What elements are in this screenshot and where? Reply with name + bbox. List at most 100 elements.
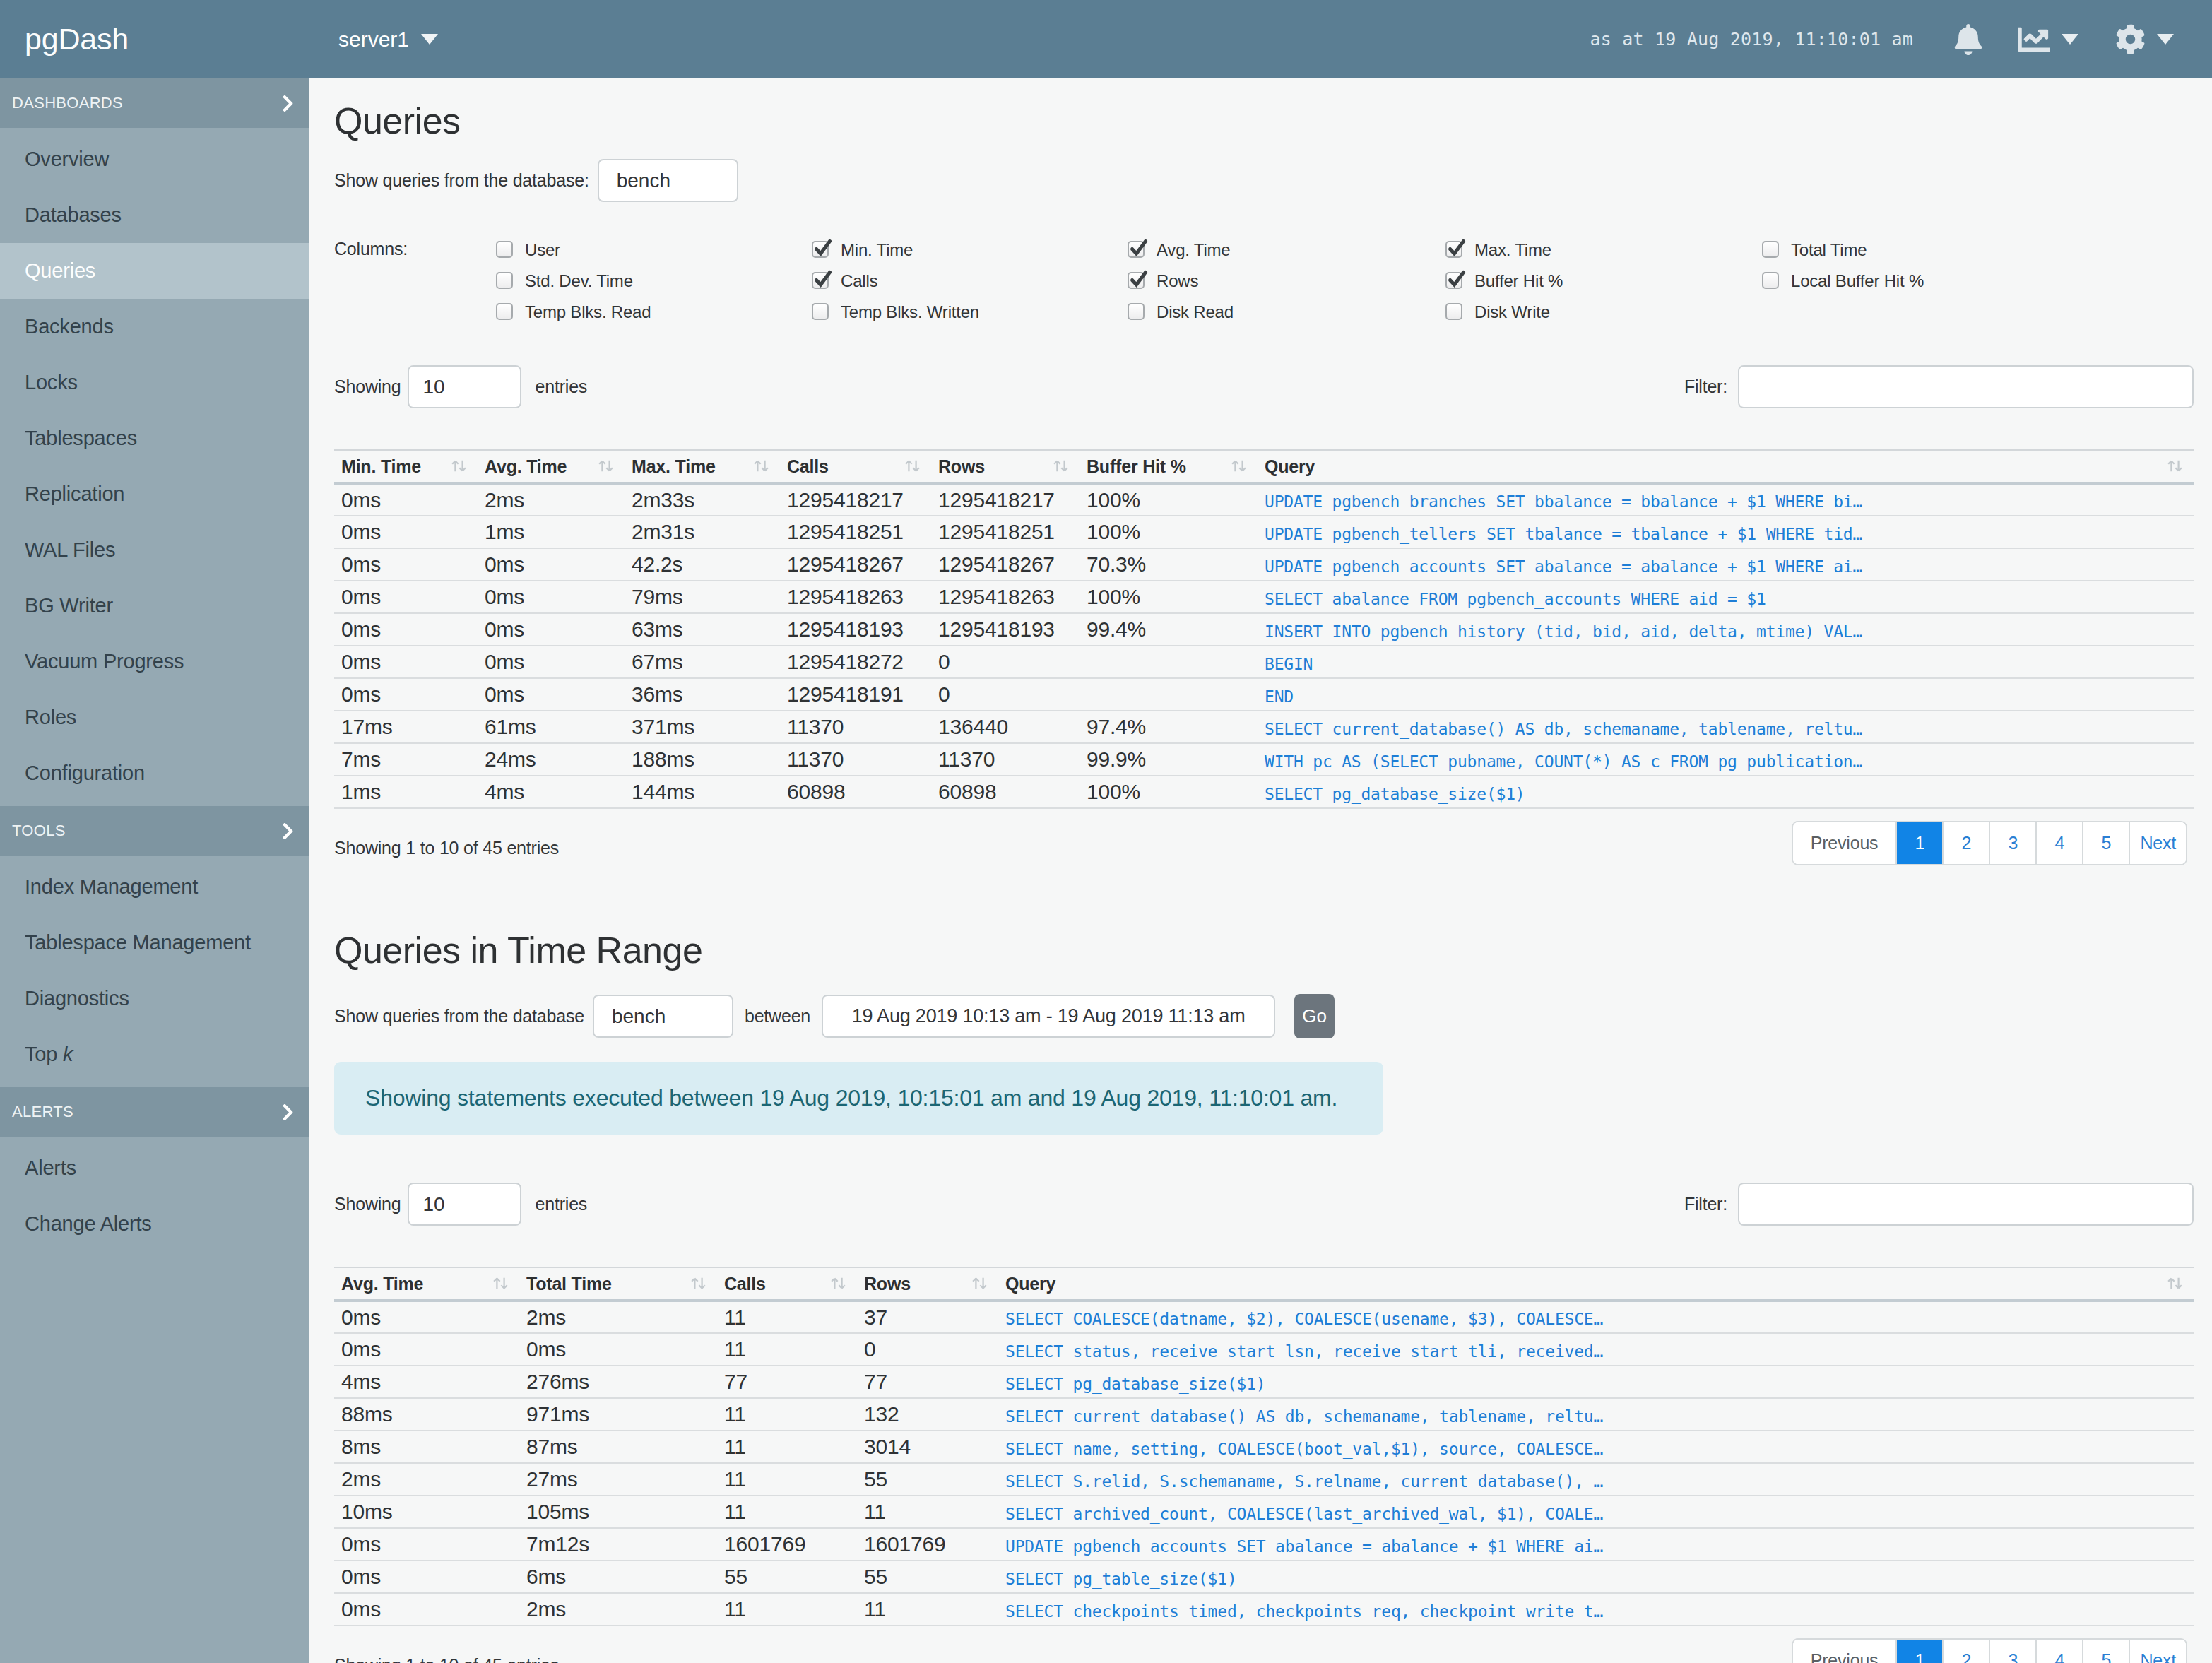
pagination-page-2[interactable]: 2 bbox=[1944, 1640, 1990, 1663]
filter-group: Filter: bbox=[1684, 1183, 2194, 1226]
notifications-button[interactable] bbox=[1954, 24, 1982, 55]
pagination-page-4[interactable]: 4 bbox=[2037, 822, 2083, 864]
query-link[interactable]: SELECT current_database() AS db, scheman… bbox=[1005, 1407, 1603, 1426]
sidebar-item-vacuum-progress[interactable]: Vacuum Progress bbox=[0, 634, 309, 690]
table1-pagination: Previous12345Next bbox=[1792, 821, 2187, 865]
pagination-next[interactable]: Next bbox=[2130, 1640, 2186, 1663]
column-header-query[interactable]: Query bbox=[1258, 450, 2194, 483]
sidebar-section-tools[interactable]: TOOLS bbox=[0, 806, 309, 856]
column-header-calls[interactable]: Calls bbox=[780, 450, 931, 483]
sidebar-item-backends[interactable]: Backends bbox=[0, 299, 309, 355]
sidebar-item-tablespace-management[interactable]: Tablespace Management bbox=[0, 915, 309, 971]
database-input[interactable] bbox=[598, 159, 738, 202]
filter-input[interactable] bbox=[1738, 365, 2194, 408]
server-selector[interactable]: server1 bbox=[338, 28, 438, 52]
sidebar-item-locks[interactable]: Locks bbox=[0, 355, 309, 410]
sidebar-section-dashboards[interactable]: DASHBOARDS bbox=[0, 78, 309, 128]
sort-icon bbox=[450, 457, 468, 475]
entries-count-input-2[interactable] bbox=[408, 1183, 521, 1226]
sidebar-section-alerts[interactable]: ALERTS bbox=[0, 1087, 309, 1137]
pagination-previous[interactable]: Previous bbox=[1793, 1640, 1898, 1663]
column-checkbox-disk-read[interactable]: Disk Read bbox=[1128, 302, 1234, 333]
column-header-total-time[interactable]: Total Time bbox=[519, 1267, 717, 1301]
sidebar-item-roles[interactable]: Roles bbox=[0, 690, 309, 745]
sidebar-item-bg-writer[interactable]: BG Writer bbox=[0, 578, 309, 634]
query-link[interactable]: SELECT name, setting, COALESCE(boot_val,… bbox=[1005, 1440, 1603, 1458]
sidebar-item-wal-files[interactable]: WAL Files bbox=[0, 522, 309, 578]
query-link[interactable]: WITH pc AS (SELECT pubname, COUNT(*) AS … bbox=[1265, 752, 1862, 771]
sidebar-item-queries[interactable]: Queries bbox=[0, 243, 309, 299]
query-link[interactable]: INSERT INTO pgbench_history (tid, bid, a… bbox=[1265, 622, 1862, 641]
pagination-page-1[interactable]: 1 bbox=[1897, 822, 1944, 864]
column-checkbox-local-buffer-hit-[interactable]: Local Buffer Hit % bbox=[1762, 271, 1924, 302]
column-header-rows[interactable]: Rows bbox=[857, 1267, 998, 1301]
pagination-page-5[interactable]: 5 bbox=[2083, 822, 2130, 864]
sidebar-item-databases[interactable]: Databases bbox=[0, 187, 309, 243]
column-header-max-time[interactable]: Max. Time bbox=[625, 450, 780, 483]
query-link[interactable]: SELECT pg_database_size($1) bbox=[1265, 785, 1525, 803]
query-link[interactable]: SELECT checkpoints_timed, checkpoints_re… bbox=[1005, 1602, 1603, 1621]
query-link[interactable]: SELECT S.relid, S.schemaname, S.relname,… bbox=[1005, 1472, 1603, 1491]
column-checkbox-temp-blks-read[interactable]: Temp Blks. Read bbox=[496, 302, 651, 333]
pagination-page-4[interactable]: 4 bbox=[2037, 1640, 2083, 1663]
column-header-min-time[interactable]: Min. Time bbox=[334, 450, 478, 483]
query-link[interactable]: END bbox=[1265, 687, 1294, 706]
chart-line-icon bbox=[2018, 23, 2050, 56]
column-header-query[interactable]: Query bbox=[998, 1267, 2194, 1301]
query-link[interactable]: SELECT status, receive_start_lsn, receiv… bbox=[1005, 1342, 1603, 1361]
settings-menu-button[interactable] bbox=[2115, 24, 2174, 54]
column-checkbox-max-time[interactable]: Max. Time bbox=[1445, 240, 1563, 271]
sidebar-item-top-k[interactable]: Top k bbox=[0, 1026, 309, 1082]
query-link[interactable]: UPDATE pgbench_branches SET bbalance = b… bbox=[1265, 492, 1862, 511]
column-header-rows[interactable]: Rows bbox=[931, 450, 1080, 483]
sidebar-item-overview[interactable]: Overview bbox=[0, 131, 309, 187]
pagination-previous[interactable]: Previous bbox=[1793, 822, 1898, 864]
date-range-input[interactable] bbox=[822, 995, 1275, 1038]
column-checkbox-user[interactable]: User bbox=[496, 240, 651, 271]
query-link[interactable]: SELECT abalance FROM pgbench_accounts WH… bbox=[1265, 590, 1766, 608]
pagination-page-3[interactable]: 3 bbox=[1990, 822, 2037, 864]
query-link[interactable]: SELECT pg_table_size($1) bbox=[1005, 1570, 1237, 1588]
pagination-page-2[interactable]: 2 bbox=[1944, 822, 1990, 864]
sidebar-item-index-management[interactable]: Index Management bbox=[0, 859, 309, 915]
column-checkbox-avg-time[interactable]: Avg. Time bbox=[1128, 240, 1234, 271]
column-header-calls[interactable]: Calls bbox=[717, 1267, 857, 1301]
column-header-avg-time[interactable]: Avg. Time bbox=[478, 450, 625, 483]
column-checkbox-min-time[interactable]: Min. Time bbox=[812, 240, 979, 271]
column-header-avg-time[interactable]: Avg. Time bbox=[334, 1267, 519, 1301]
charts-menu-button[interactable] bbox=[2018, 23, 2078, 56]
column-checkbox-temp-blks-written[interactable]: Temp Blks. Written bbox=[812, 302, 979, 333]
query-link[interactable]: BEGIN bbox=[1265, 655, 1313, 673]
entries-count-input[interactable] bbox=[408, 365, 521, 408]
column-checkbox-calls[interactable]: Calls bbox=[812, 271, 979, 302]
go-button[interactable]: Go bbox=[1294, 994, 1335, 1038]
sidebar-item-tablespaces[interactable]: Tablespaces bbox=[0, 410, 309, 466]
column-header-buffer-hit-[interactable]: Buffer Hit % bbox=[1080, 450, 1258, 483]
query-link[interactable]: UPDATE pgbench_accounts SET abalance = a… bbox=[1005, 1537, 1603, 1556]
column-checkbox-buffer-hit-[interactable]: Buffer Hit % bbox=[1445, 271, 1563, 302]
pagination-page-3[interactable]: 3 bbox=[1990, 1640, 2037, 1663]
sidebar-item-replication[interactable]: Replication bbox=[0, 466, 309, 522]
query-link[interactable]: SELECT current_database() AS db, scheman… bbox=[1265, 720, 1862, 738]
database-input-2[interactable] bbox=[593, 995, 733, 1038]
column-checkbox-rows[interactable]: Rows bbox=[1128, 271, 1234, 302]
pagination-page-1[interactable]: 1 bbox=[1897, 1640, 1944, 1663]
sidebar-item-change-alerts[interactable]: Change Alerts bbox=[0, 1196, 309, 1252]
sidebar-item-alerts[interactable]: Alerts bbox=[0, 1140, 309, 1196]
filter-input-2[interactable] bbox=[1738, 1183, 2194, 1226]
column-checkbox-disk-write[interactable]: Disk Write bbox=[1445, 302, 1563, 333]
pagination-page-5[interactable]: 5 bbox=[2083, 1640, 2130, 1663]
data-cell: 60898 bbox=[780, 776, 931, 808]
query-link[interactable]: SELECT pg_database_size($1) bbox=[1005, 1375, 1265, 1393]
query-link[interactable]: UPDATE pgbench_accounts SET abalance = a… bbox=[1265, 557, 1862, 576]
sidebar-item-configuration[interactable]: Configuration bbox=[0, 745, 309, 801]
query-link[interactable]: UPDATE pgbench_tellers SET tbalance = tb… bbox=[1265, 525, 1862, 543]
query-link[interactable]: SELECT archived_count, COALESCE(last_arc… bbox=[1005, 1505, 1603, 1523]
sidebar-item-diagnostics[interactable]: Diagnostics bbox=[0, 971, 309, 1026]
pagination-next[interactable]: Next bbox=[2130, 822, 2186, 864]
entries-label-2: entries bbox=[536, 1194, 588, 1214]
column-checkbox-total-time[interactable]: Total Time bbox=[1762, 240, 1924, 271]
query-link[interactable]: SELECT COALESCE(datname, $2), COALESCE(u… bbox=[1005, 1310, 1603, 1328]
check-icon bbox=[1129, 239, 1148, 259]
column-checkbox-std-dev-time[interactable]: Std. Dev. Time bbox=[496, 271, 651, 302]
